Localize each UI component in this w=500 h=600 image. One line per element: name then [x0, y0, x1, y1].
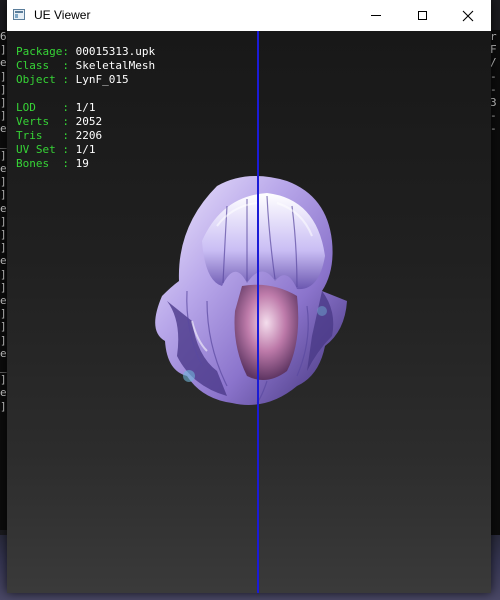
- console-char: -: [490, 69, 497, 83]
- info-uvset: UV Set : 1/1: [16, 143, 155, 157]
- info-lod: LOD : 1/1: [16, 101, 155, 115]
- info-separator: :: [62, 59, 76, 72]
- close-icon: [462, 10, 474, 21]
- info-label: Class: [16, 59, 63, 72]
- info-label: Bones: [16, 157, 63, 170]
- info-object: Object : LynF_015: [16, 73, 155, 87]
- console-char: 3: [490, 96, 497, 110]
- info-label: LOD: [16, 101, 63, 114]
- console-char: F: [490, 43, 497, 57]
- background-console-right-edge: r F / - - 3 - -: [490, 30, 500, 550]
- console-char: -: [490, 109, 497, 123]
- mesh-info-overlay: Package: 00015313.upk Class : SkeletalMe…: [16, 45, 155, 171]
- info-label: UV Set: [16, 143, 63, 156]
- maximize-icon: [417, 11, 427, 20]
- window-title: UE Viewer: [34, 8, 91, 22]
- maximize-button[interactable]: [399, 0, 445, 31]
- close-button[interactable]: [445, 0, 491, 31]
- info-separator: :: [62, 129, 76, 142]
- info-value: LynF_015: [75, 73, 129, 86]
- info-value: 00015313.upk: [75, 45, 156, 58]
- info-separator: :: [62, 157, 76, 170]
- info-label: Package: [16, 45, 63, 58]
- info-value: 1/1: [75, 101, 96, 114]
- info-separator: :: [62, 45, 76, 58]
- console-char: -: [490, 82, 497, 96]
- info-label: Verts: [16, 115, 63, 128]
- info-separator: :: [62, 73, 76, 86]
- info-value: 2052: [75, 115, 103, 128]
- info-separator: :: [62, 143, 76, 156]
- info-label: Tris: [16, 129, 63, 142]
- skeletal-mesh-render: [155, 176, 347, 405]
- info-value: 1/1: [75, 143, 96, 156]
- info-verts: Verts : 2052: [16, 115, 155, 129]
- app-window-icon[interactable]: [13, 9, 25, 20]
- info-separator: :: [62, 115, 76, 128]
- minimize-icon: [371, 15, 381, 16]
- info-tris: Tris : 2206: [16, 129, 155, 143]
- info-value: 2206: [75, 129, 103, 142]
- ue-viewer-window: UE Viewer Package: 00015313.upk Class: …: [7, 0, 491, 593]
- console-char: -: [490, 122, 497, 136]
- info-class: Class : SkeletalMesh: [16, 59, 155, 73]
- info-label: Object: [16, 73, 63, 86]
- vertical-axis-line: [257, 31, 259, 593]
- title-bar[interactable]: UE Viewer: [7, 0, 491, 31]
- info-value: 19: [75, 157, 89, 170]
- info-separator: :: [62, 101, 76, 114]
- console-char: /: [490, 56, 497, 70]
- info-package: Package: 00015313.upk: [16, 45, 155, 59]
- console-char: r: [490, 30, 497, 43]
- info-value: SkeletalMesh: [75, 59, 156, 72]
- info-bones: Bones : 19: [16, 157, 155, 171]
- minimize-button[interactable]: [353, 0, 399, 31]
- 3d-viewport[interactable]: Package: 00015313.upk Class : SkeletalMe…: [7, 31, 491, 593]
